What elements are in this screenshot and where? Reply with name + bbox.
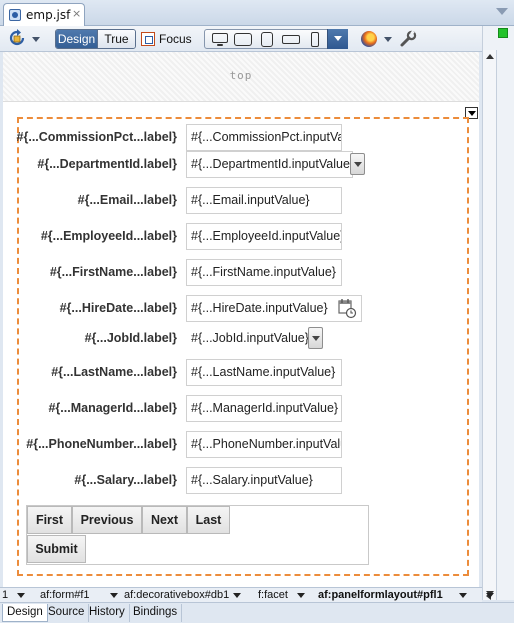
commissionpct-input[interactable]: #{...CommissionPct.inputValue} bbox=[186, 124, 342, 151]
departmentid-select[interactable]: #{...DepartmentId.inputValue} bbox=[186, 151, 353, 178]
jsf-file-icon bbox=[9, 9, 21, 21]
breadcrumb-item[interactable]: f:facet bbox=[258, 589, 288, 601]
phone-portrait-icon[interactable] bbox=[304, 32, 326, 47]
editor-window: emp.jsf × Design True Focus top #{...Com… bbox=[0, 0, 514, 623]
phonenumber-input[interactable]: #{...PhoneNumber.inputValue} bbox=[186, 431, 342, 458]
scroll-down-icon[interactable] bbox=[486, 593, 494, 598]
next-button[interactable]: Next bbox=[142, 506, 187, 534]
refresh-icon[interactable] bbox=[8, 29, 26, 49]
field-label: #{...CommissionPct...label} bbox=[16, 130, 177, 144]
design-mode-button[interactable]: Design bbox=[56, 30, 97, 48]
field-label: #{...JobId.label} bbox=[84, 331, 177, 345]
breadcrumb: 1 af:form#f1 af:decorativebox#db1 f:face… bbox=[0, 587, 494, 602]
wrench-icon[interactable] bbox=[399, 30, 417, 48]
calendar-icon[interactable] bbox=[336, 296, 358, 320]
collapse-panel-icon[interactable] bbox=[496, 8, 508, 15]
tab-title: emp.jsf bbox=[26, 8, 71, 22]
breadcrumb-item[interactable]: af:form#f1 bbox=[40, 589, 90, 601]
phone-landscape-icon[interactable] bbox=[280, 32, 302, 47]
mode-toggle: Design True bbox=[55, 29, 136, 49]
previous-button[interactable]: Previous bbox=[72, 506, 142, 534]
chevron-down-icon[interactable] bbox=[297, 593, 305, 598]
chevron-down-icon[interactable] bbox=[110, 593, 118, 598]
first-button[interactable]: First bbox=[27, 506, 72, 534]
status-ok-icon bbox=[498, 28, 508, 38]
submit-button[interactable]: Submit bbox=[27, 535, 86, 563]
field-label: #{...Salary...label} bbox=[74, 473, 177, 487]
field-label: #{...PhoneNumber...label} bbox=[26, 437, 177, 451]
tab-design[interactable]: Design bbox=[2, 604, 48, 622]
tablet-landscape-icon[interactable] bbox=[232, 32, 254, 47]
panel-form-layout[interactable]: #{...CommissionPct...label} #{...Commiss… bbox=[17, 117, 469, 576]
tab-emp-jsf[interactable]: emp.jsf × bbox=[3, 3, 85, 27]
lastname-input[interactable]: #{...LastName.inputValue} bbox=[186, 359, 342, 386]
last-button[interactable]: Last bbox=[187, 506, 230, 534]
breadcrumb-item[interactable]: af:decorativebox#db1 bbox=[124, 589, 229, 601]
field-label: #{...Email...label} bbox=[77, 193, 177, 207]
firefox-icon[interactable] bbox=[361, 31, 377, 47]
field-label: #{...HireDate...label} bbox=[59, 301, 177, 315]
employeeid-input[interactable]: #{...EmployeeId.inputValue} bbox=[186, 223, 342, 250]
close-tab-icon[interactable]: × bbox=[72, 7, 81, 20]
jobid-select[interactable]: #{...JobId.inputValue} bbox=[186, 325, 324, 352]
top-facet-label: top bbox=[229, 69, 253, 82]
managerid-input[interactable]: #{...ManagerId.inputValue} bbox=[186, 395, 342, 422]
editor-tab-bar: emp.jsf × bbox=[0, 0, 514, 27]
device-dropdown-button[interactable] bbox=[327, 29, 348, 49]
top-facet-region[interactable]: top bbox=[3, 52, 479, 102]
true-mode-button[interactable]: True bbox=[97, 30, 135, 48]
bottom-view-tabs: Design Source History Bindings bbox=[0, 602, 514, 623]
vertical-scrollbar[interactable] bbox=[482, 50, 497, 600]
chevron-down-icon[interactable] bbox=[17, 593, 25, 598]
chevron-down-icon[interactable] bbox=[233, 593, 241, 598]
tablet-portrait-icon[interactable] bbox=[256, 32, 278, 47]
field-label: #{...ManagerId...label} bbox=[48, 401, 177, 415]
design-canvas: #{...CommissionPct...label} #{...Commiss… bbox=[3, 102, 479, 587]
browser-dropdown-icon[interactable] bbox=[384, 37, 392, 42]
firstname-input[interactable]: #{...FirstName.inputValue} bbox=[186, 259, 342, 286]
field-label: #{...EmployeeId...label} bbox=[40, 229, 177, 243]
focus-button-label[interactable]: Focus bbox=[159, 32, 192, 46]
field-label: #{...DepartmentId.label} bbox=[37, 157, 177, 171]
email-input[interactable]: #{...Email.inputValue} bbox=[186, 187, 342, 214]
chevron-down-icon bbox=[334, 36, 342, 41]
tab-source[interactable]: Source bbox=[44, 604, 90, 622]
field-label: #{...LastName...label} bbox=[51, 365, 177, 379]
button-toolbar: First Previous Next Last Submit bbox=[26, 505, 369, 565]
breadcrumb-item-current[interactable]: af:panelformlayout#pfl1 bbox=[318, 589, 443, 601]
device-preview-group bbox=[204, 29, 348, 49]
departmentid-dropdown-icon[interactable] bbox=[350, 153, 365, 175]
breadcrumb-item[interactable]: 1 bbox=[2, 589, 8, 601]
desktop-icon[interactable] bbox=[209, 32, 231, 47]
tab-bindings[interactable]: Bindings bbox=[129, 604, 183, 622]
focus-icon[interactable] bbox=[141, 32, 155, 46]
jobid-dropdown-icon[interactable] bbox=[308, 327, 323, 349]
refresh-dropdown-icon[interactable] bbox=[32, 37, 40, 42]
salary-input[interactable]: #{...Salary.inputValue} bbox=[186, 467, 342, 494]
field-label: #{...FirstName...label} bbox=[49, 265, 177, 279]
tab-history[interactable]: History bbox=[85, 604, 130, 622]
chevron-down-icon[interactable] bbox=[459, 593, 467, 598]
scroll-up-icon[interactable] bbox=[486, 54, 494, 59]
design-toolbar: Design True Focus bbox=[0, 26, 482, 52]
